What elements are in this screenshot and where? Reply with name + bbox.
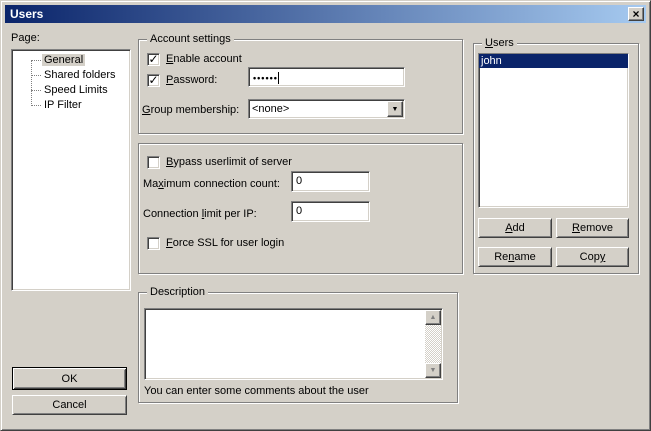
group-membership-value: <none> [252,103,289,116]
password-checkbox[interactable]: ✓ [147,74,160,87]
description-textarea[interactable]: ▲ ▼ [144,308,443,380]
window-title: Users [10,7,43,21]
page-listbox[interactable]: General Shared folders Speed Limits IP F… [11,49,131,291]
ip-limit-input[interactable]: 0 [291,201,370,222]
account-settings-title: Account settings [147,33,234,46]
bypass-userlimit-checkbox[interactable]: ✓ [147,156,160,169]
text-caret [278,72,279,84]
close-icon: × [632,9,639,19]
description-hint: You can enter some comments about the us… [144,385,369,398]
close-button[interactable]: × [628,7,644,21]
group-membership-label: Group membership: [142,104,239,117]
scroll-up-button[interactable]: ▲ [425,310,441,325]
max-connection-label: Maximum connection count: [143,178,280,191]
chevron-down-icon: ▼ [392,106,399,113]
scroll-up-icon: ▲ [430,314,437,321]
check-icon: ✓ [148,75,158,85]
tree-item-shared-folders[interactable]: Shared folders [12,68,130,83]
enable-account-checkbox[interactable]: ✓ [147,53,160,66]
check-icon: ✓ [148,54,158,64]
password-label: Password: [166,74,217,87]
rename-user-button[interactable]: Rename [478,247,552,267]
title-bar[interactable]: Users × [5,5,646,23]
ip-limit-label: Connection limit per IP: [143,208,257,221]
description-scrollbar[interactable]: ▲ ▼ [425,310,441,378]
force-ssl-checkbox[interactable]: ✓ [147,237,160,250]
password-input[interactable]: •••••• [248,67,405,87]
copy-user-button[interactable]: Copy [556,247,629,267]
add-user-button[interactable]: Add [478,218,552,238]
tree-item-ip-filter[interactable]: IP Filter [12,98,130,113]
bypass-userlimit-label: Bypass userlimit of server [166,156,292,169]
tree-item-general[interactable]: General [12,53,130,68]
list-item[interactable]: john [479,54,628,68]
remove-user-button[interactable]: Remove [556,218,629,238]
page-label: Page: [11,32,40,45]
page-tree: General Shared folders Speed Limits IP F… [12,53,130,113]
scroll-down-icon: ▼ [430,367,437,374]
users-group-title: Users [482,37,517,50]
scroll-down-button[interactable]: ▼ [425,363,441,378]
group-membership-select[interactable]: <none> ▼ [248,99,405,119]
force-ssl-label: Force SSL for user login [166,237,284,250]
cancel-button[interactable]: Cancel [12,395,127,415]
description-title: Description [147,286,208,299]
password-value: •••••• [253,72,278,85]
user-name: john [481,55,502,67]
dropdown-button[interactable]: ▼ [387,101,403,117]
users-listbox[interactable]: john [478,53,629,208]
ok-button[interactable]: OK [12,367,127,390]
users-dialog: Users × Page: General Shared folders Spe… [0,0,651,431]
tree-item-speed-limits[interactable]: Speed Limits [12,83,130,98]
enable-account-label: Enable account [166,53,242,66]
max-connection-input[interactable]: 0 [291,171,370,192]
